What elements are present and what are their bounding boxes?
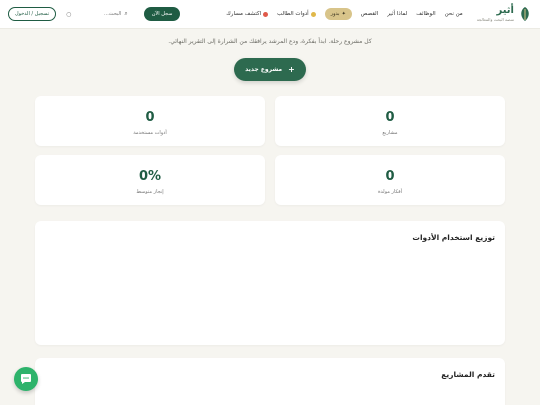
login-button[interactable]: تسجيل / الدخول	[8, 7, 57, 21]
page-subtitle: كل مشروع رحلة. ابدأ بفكرة، ودع المرشد ير…	[168, 38, 372, 45]
stat-card-ideas: 0 أفكار مولدة	[275, 155, 505, 205]
stat-value: 0	[385, 110, 395, 125]
chat-bubble-icon	[21, 374, 31, 384]
stat-card-projects: 0 مشاريع	[275, 96, 505, 146]
brand-name: أثير	[496, 5, 515, 16]
target-icon	[263, 11, 269, 17]
student-tools-label: أدوات الطالب	[277, 11, 309, 17]
stat-label: أفكار مولدة	[377, 189, 403, 195]
project-progress-panel: تقدم المشاريع	[35, 358, 505, 405]
seeds-label: بذور	[330, 11, 340, 17]
stat-value: 0	[145, 110, 155, 125]
nav-why[interactable]: لماذا أثير	[387, 11, 407, 17]
seeds-pill[interactable]: ✦ بذور	[324, 8, 352, 20]
section-title: تقدم المشاريع	[441, 370, 495, 379]
leaf-icon	[521, 7, 529, 21]
seed-icon: ✦	[341, 11, 346, 17]
stat-card-completion: 0% إنجاز متوسط	[35, 155, 265, 205]
brand-logo[interactable]: أثير منصة البحث والمعالجة	[477, 6, 532, 22]
stat-label: مشاريع	[382, 130, 398, 136]
nav-jobs[interactable]: الوظائف	[416, 11, 435, 17]
register-now-button[interactable]: سجل الآن	[143, 7, 181, 21]
new-project-button[interactable]: + مشروع جديد	[234, 58, 306, 81]
plus-icon: +	[288, 64, 295, 74]
magnifier-icon[interactable]: ○	[66, 11, 71, 18]
stat-card-tools: 0 أدوات مستخدمة	[35, 96, 265, 146]
brand-tagline: منصة البحث والمعالجة	[476, 17, 514, 22]
discover-label: اكتشف مسارك	[226, 11, 262, 17]
search-box[interactable]: ⌕	[85, 10, 128, 18]
chat-button[interactable]	[14, 367, 38, 391]
top-navbar: أثير منصة البحث والمعالجة من نحن الوظائف…	[0, 0, 540, 29]
stat-value: 0%	[138, 169, 162, 184]
nav-discover[interactable]: اكتشف مسارك	[226, 11, 269, 17]
stat-label: إنجاز متوسط	[136, 189, 164, 195]
nav-stories[interactable]: القصص	[361, 11, 379, 17]
main-nav: من نحن الوظائف لماذا أثير القصص ✦ بذور أ…	[226, 8, 463, 20]
new-project-label: مشروع جديد	[245, 66, 283, 73]
stat-label: أدوات مستخدمة	[133, 130, 167, 136]
nav-student-tools[interactable]: أدوات الطالب	[277, 11, 316, 17]
section-title: توزيع استخدام الأدوات	[412, 233, 495, 242]
nav-about[interactable]: من نحن	[445, 11, 463, 17]
tool-distribution-panel: توزيع استخدام الأدوات	[35, 221, 505, 345]
stat-value: 0	[385, 169, 395, 184]
search-icon: ⌕	[124, 10, 128, 17]
pencil-icon	[310, 11, 316, 17]
search-input[interactable]	[85, 11, 122, 17]
